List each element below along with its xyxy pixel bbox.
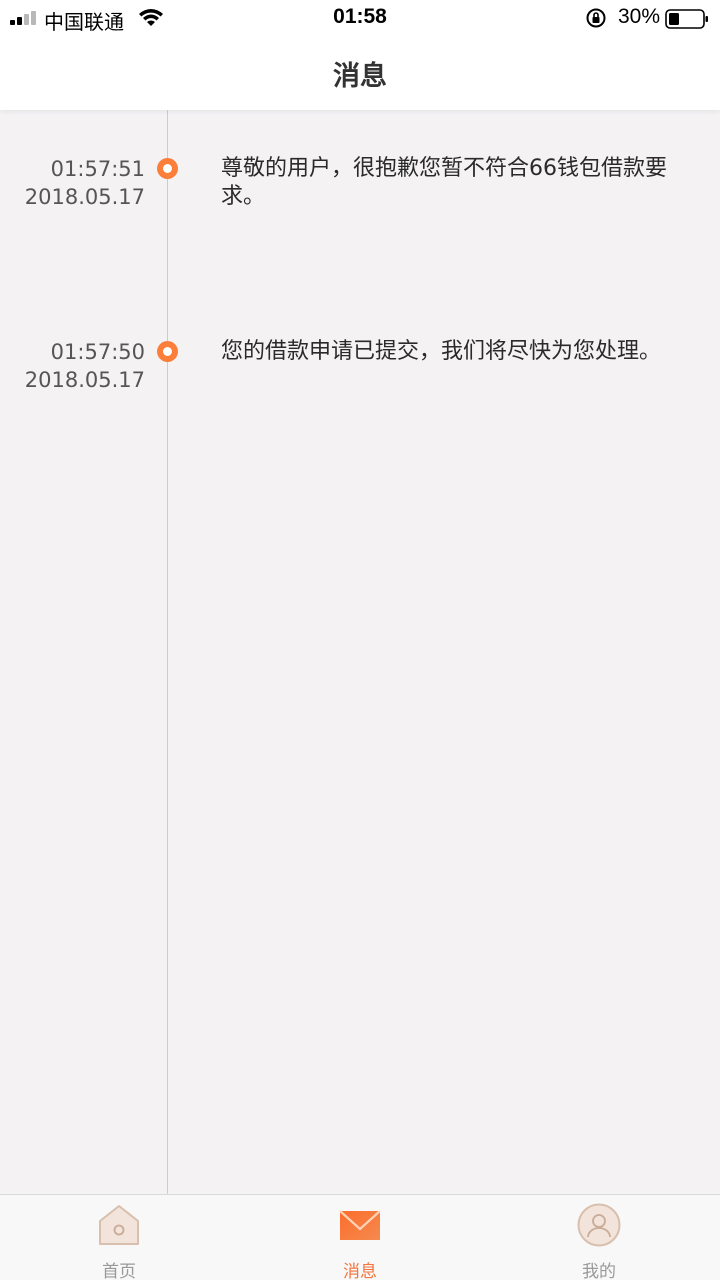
tab-messages[interactable]: 消息	[300, 1195, 420, 1280]
profile-icon	[577, 1203, 621, 1247]
rotation-lock-icon	[586, 8, 606, 28]
battery-icon	[665, 9, 708, 29]
message-date: 2018.05.17	[24, 185, 145, 209]
timeline-line	[167, 110, 168, 1195]
message-item[interactable]: 01:57:51 2018.05.17 尊敬的用户，很抱歉您暂不符合66钱包借款…	[0, 155, 720, 235]
message-time: 01:57:51	[50, 157, 145, 181]
status-bar: 中国联通 01:58 30%	[0, 0, 720, 36]
tab-profile[interactable]: 我的	[539, 1195, 659, 1280]
mail-icon	[339, 1210, 381, 1240]
message-text: 尊敬的用户，很抱歉您暂不符合66钱包借款要求。	[221, 156, 667, 209]
timeline-dot-icon	[157, 341, 178, 362]
message-item[interactable]: 01:57:50 2018.05.17 您的借款申请已提交，我们将尽快为您处理。	[0, 338, 720, 418]
tab-label: 我的	[582, 1262, 616, 1280]
battery-percentage: 30%	[618, 5, 661, 28]
page-title: 消息	[333, 61, 387, 92]
message-date: 2018.05.17	[24, 368, 145, 392]
tab-label: 消息	[343, 1262, 377, 1280]
timeline-dot-icon	[157, 158, 178, 179]
home-icon	[99, 1205, 139, 1245]
message-time: 01:57:50	[50, 340, 145, 364]
tab-bar: 首页 消息 我的	[0, 1194, 720, 1280]
status-time: 01:58	[333, 5, 387, 28]
message-text: 您的借款申请已提交，我们将尽快为您处理。	[221, 339, 662, 364]
navigation-bar: 消息	[0, 36, 720, 110]
tab-label: 首页	[102, 1262, 136, 1280]
tab-home[interactable]: 首页	[59, 1195, 179, 1280]
